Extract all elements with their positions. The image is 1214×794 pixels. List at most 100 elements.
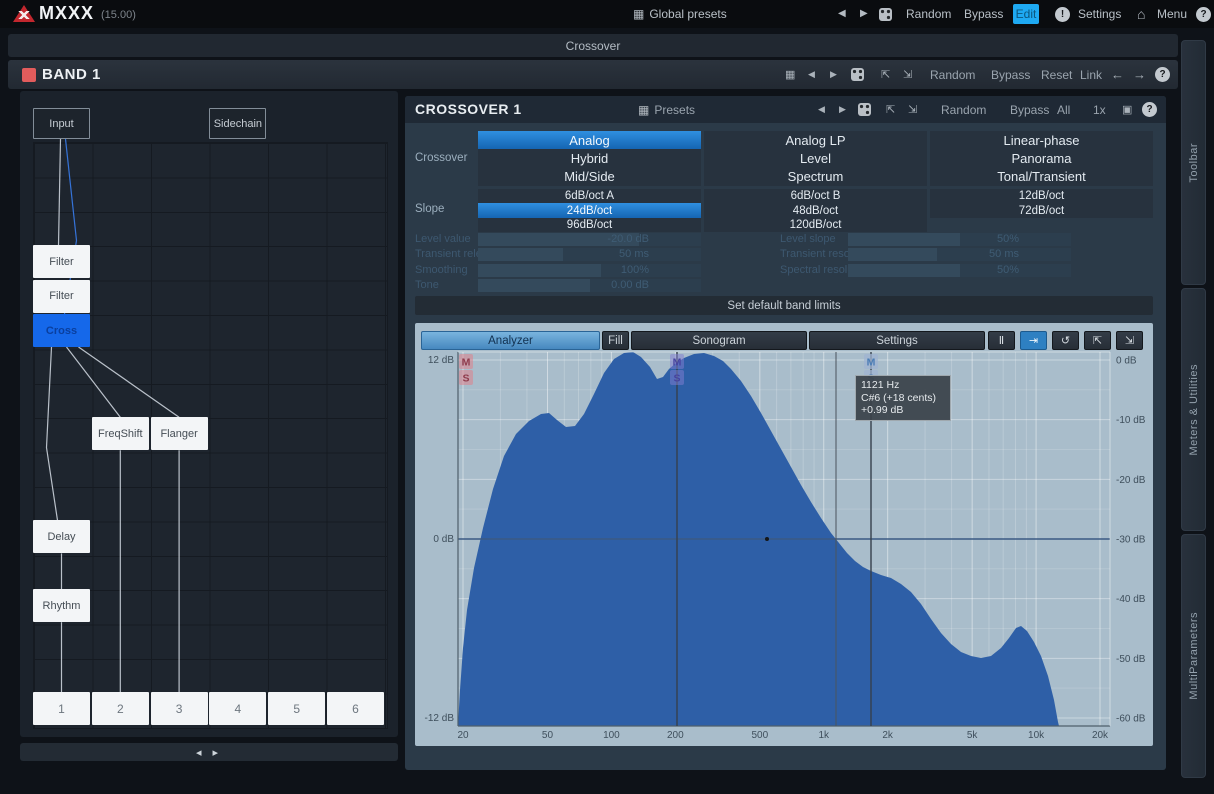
spectrum-graph[interactable]: MSMSMS12 dB0 dB-12 dB0 dB-10 dB-20 dB-30…	[415, 323, 1153, 746]
node-delay[interactable]: Delay	[33, 520, 90, 553]
paste-icon[interactable]: ⇱	[881, 68, 890, 81]
option-48dboct[interactable]: 48dB/oct	[704, 203, 927, 217]
global-presets-button[interactable]: ▦Global presets	[633, 7, 727, 21]
freq-label: 1k	[818, 730, 830, 741]
paste-icon[interactable]: ⇱	[886, 103, 895, 116]
band-color-swatch[interactable]	[22, 68, 36, 82]
option-linearphase[interactable]: Linear-phase	[930, 131, 1153, 149]
node-flanger[interactable]: Flanger	[151, 417, 208, 450]
param-slider: 50%	[848, 264, 1071, 277]
node-4[interactable]: 4	[209, 692, 266, 725]
set-default-band-limits-button[interactable]: Set default band limits	[415, 296, 1153, 315]
node-filter[interactable]: Filter	[33, 280, 90, 313]
node-input[interactable]: Input	[33, 108, 90, 139]
node-3[interactable]: 3	[151, 692, 208, 725]
sidebar-tab-metersutilities[interactable]: Meters & Utilities	[1181, 288, 1206, 531]
presets-button[interactable]: ▦Presets	[638, 103, 695, 117]
next-icon[interactable]: ▶	[839, 104, 846, 115]
option-72dboct[interactable]: 72dB/oct	[930, 203, 1153, 217]
randomize-dice-icon[interactable]	[879, 8, 892, 21]
node-freqshift[interactable]: FreqShift	[92, 417, 149, 450]
option-midside[interactable]: Mid/Side	[478, 168, 701, 186]
left-db-label: 0 dB	[433, 534, 454, 545]
right-db-label: -10 dB	[1116, 415, 1146, 426]
edit-button[interactable]: Edit	[1013, 4, 1039, 24]
option-12dboct[interactable]: 12dB/oct	[930, 189, 1153, 203]
help-icon[interactable]: ?	[1196, 7, 1211, 22]
node-5[interactable]: 5	[268, 692, 325, 725]
settings-button[interactable]: Settings	[1078, 7, 1121, 21]
option-6dbocta[interactable]: 6dB/oct A	[478, 189, 701, 203]
routing-scrollbar[interactable]: ◂ ▸	[20, 743, 398, 761]
freq-label: 2k	[882, 730, 894, 741]
sidebar-tab-toolbar[interactable]: Toolbar	[1181, 40, 1206, 285]
prev-icon[interactable]: ◀	[808, 69, 815, 80]
option-hybrid[interactable]: Hybrid	[478, 149, 701, 167]
copy-icon[interactable]: ⇲	[903, 68, 912, 81]
param-label-levelvalue: Level value	[415, 233, 471, 245]
option-tonaltransient[interactable]: Tonal/Transient	[930, 168, 1153, 186]
node-filter[interactable]: Filter	[33, 245, 90, 278]
node-2[interactable]: 2	[92, 692, 149, 725]
band-title: BAND 1	[42, 66, 101, 83]
alert-icon[interactable]: !	[1055, 7, 1070, 22]
option-24dboct[interactable]: 24dB/oct	[478, 203, 701, 217]
option-6dboctb[interactable]: 6dB/oct B	[704, 189, 927, 203]
sidebar-tab-multiparameters[interactable]: MultiParameters	[1181, 534, 1206, 778]
option-level[interactable]: Level	[704, 149, 927, 167]
prev-preset-button[interactable]: ◀	[838, 8, 846, 19]
param-value: 50%	[997, 264, 1019, 277]
option-spectrum[interactable]: Spectrum	[704, 168, 927, 186]
cx-all-button[interactable]: All	[1057, 103, 1070, 117]
cx-random-button[interactable]: Random	[941, 103, 986, 117]
mxxx-window: MXXX (15.00) ▦Global presets ◀ ▶ Random …	[0, 0, 1214, 794]
prev-icon[interactable]: ◀	[818, 104, 825, 115]
node-1[interactable]: 1	[33, 692, 90, 725]
node-rhythm[interactable]: Rhythm	[33, 589, 90, 622]
param-value: 50 ms	[619, 248, 649, 261]
option-panorama[interactable]: Panorama	[930, 149, 1153, 167]
fwd-arrow-icon[interactable]: →	[1133, 67, 1146, 82]
param-label-levelslope: Level slope	[780, 233, 836, 245]
crossover-window-tab[interactable]: Crossover	[8, 34, 1178, 57]
option-120dboct[interactable]: 120dB/oct	[704, 218, 927, 232]
next-icon[interactable]: ▶	[830, 69, 837, 80]
app-title: MXXX	[39, 3, 94, 24]
randomize-dice-icon[interactable]	[858, 103, 871, 116]
randomize-dice-icon[interactable]	[851, 68, 864, 81]
copy-icon[interactable]: ⇲	[908, 103, 917, 116]
band-reset-button[interactable]: Reset	[1041, 68, 1072, 82]
band-bypass-button[interactable]: Bypass	[991, 68, 1030, 82]
node-cross[interactable]: Cross	[33, 314, 90, 347]
option-96dboct[interactable]: 96dB/oct	[478, 218, 701, 232]
node-6[interactable]: 6	[327, 692, 384, 725]
param-slider: 0.00 dB	[478, 279, 701, 292]
param-slider: 50%	[848, 233, 1071, 246]
slope-row-label: Slope	[415, 203, 444, 215]
option-analoglp[interactable]: Analog LP	[704, 131, 927, 149]
home-icon[interactable]: ⌂	[1137, 6, 1145, 22]
grid-icon[interactable]: ▦	[785, 68, 795, 81]
random-button[interactable]: Random	[906, 7, 951, 21]
band-random-button[interactable]: Random	[930, 68, 975, 82]
param-slider-fill	[848, 233, 960, 246]
tooltip-note: C#6 (+18 cents)	[861, 392, 945, 405]
cx-zoom-button[interactable]: 1x	[1093, 103, 1106, 117]
detach-window-icon[interactable]: ▣	[1122, 103, 1132, 116]
next-preset-button[interactable]: ▶	[860, 8, 868, 19]
help-icon[interactable]: ?	[1155, 67, 1170, 82]
option-analog[interactable]: Analog	[478, 131, 701, 149]
band-header: BAND 1 ▦ ◀ ▶ ⇱ ⇲ Random Bypass Reset Lin…	[8, 60, 1178, 89]
param-value: 100%	[621, 264, 649, 277]
node-sidechain[interactable]: Sidechain	[209, 108, 266, 139]
sidebar-tab-label: MultiParameters	[1188, 612, 1200, 700]
freq-label: 20k	[1092, 730, 1109, 741]
back-arrow-icon[interactable]: ←	[1111, 67, 1124, 82]
help-icon[interactable]: ?	[1142, 102, 1157, 117]
handle-letter: S	[673, 373, 680, 385]
param-slider-fill	[848, 248, 937, 261]
band-link-button[interactable]: Link	[1080, 68, 1102, 82]
menu-button[interactable]: Menu	[1157, 7, 1187, 21]
bypass-button[interactable]: Bypass	[964, 7, 1003, 21]
cx-bypass-button[interactable]: Bypass	[1010, 103, 1049, 117]
